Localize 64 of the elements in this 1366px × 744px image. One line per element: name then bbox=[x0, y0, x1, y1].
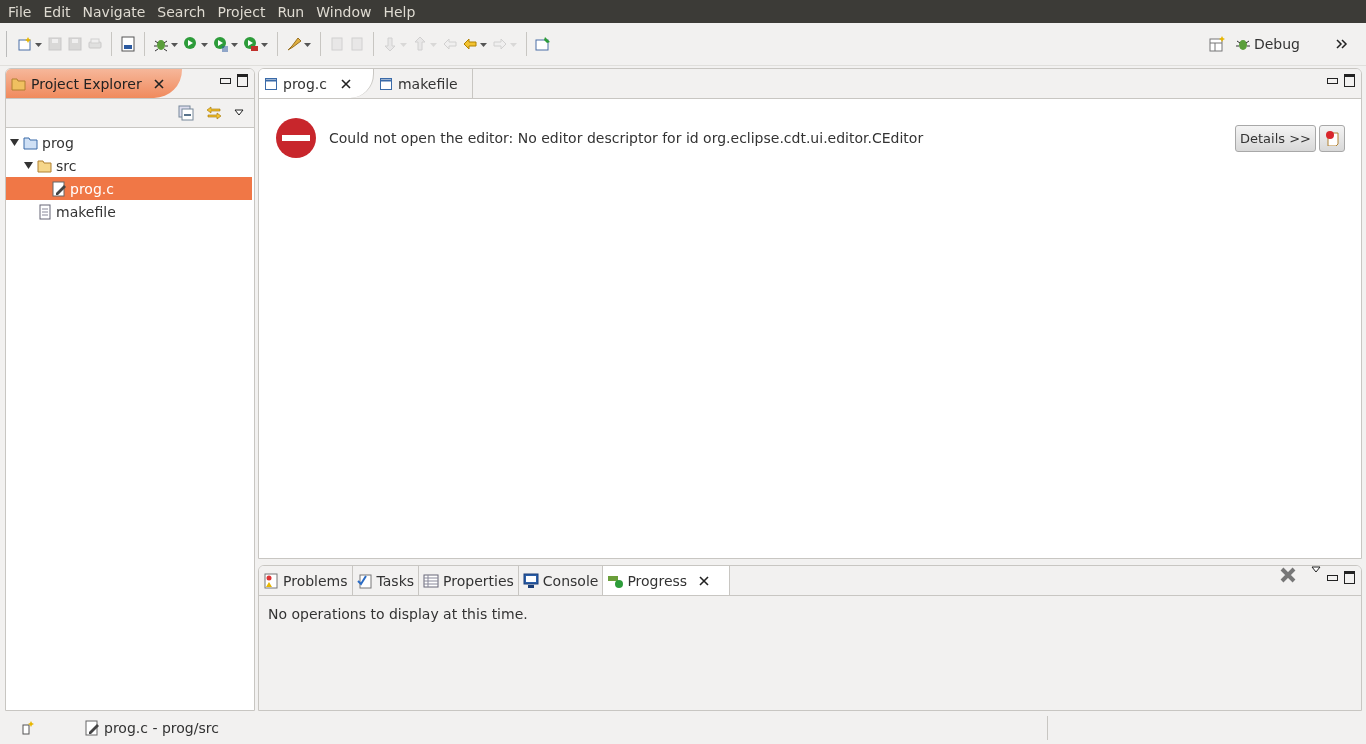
menu-item[interactable]: Navigate bbox=[76, 3, 152, 20]
file-icon bbox=[37, 203, 53, 220]
fast-view-icon[interactable] bbox=[20, 719, 36, 736]
collapse-all-icon[interactable] bbox=[178, 105, 194, 121]
menu-item[interactable]: Help bbox=[377, 3, 422, 20]
close-icon[interactable] bbox=[153, 78, 164, 89]
menu-item[interactable]: Edit bbox=[37, 3, 77, 20]
minimize-icon[interactable] bbox=[220, 77, 231, 84]
error-log-icon bbox=[1324, 130, 1340, 146]
editor-tab[interactable]: prog.c bbox=[259, 69, 374, 98]
menu-item[interactable]: File bbox=[2, 3, 38, 20]
editor-file-icon bbox=[379, 77, 392, 90]
close-icon[interactable] bbox=[699, 575, 710, 586]
view-tab[interactable]: Problems bbox=[259, 566, 353, 595]
menu-item[interactable]: Project bbox=[211, 3, 272, 20]
editor-tab[interactable]: makefile bbox=[373, 69, 473, 98]
view-menu-icon[interactable] bbox=[234, 109, 244, 117]
properties-icon bbox=[423, 572, 440, 589]
tasks-icon bbox=[356, 572, 373, 589]
external-tools-icon[interactable] bbox=[243, 36, 269, 52]
view-menu-icon[interactable] bbox=[1311, 566, 1321, 574]
maximize-icon[interactable] bbox=[237, 74, 248, 87]
error-message: Could not open the editor: No editor descriptor for id org.eclipse.cdt.ui.editor.CEditor bbox=[329, 130, 924, 146]
tree-item[interactable]: makefile bbox=[6, 200, 254, 223]
folder-icon bbox=[37, 157, 53, 174]
progress-message: No operations to display at this time. bbox=[268, 606, 528, 622]
close-icon[interactable] bbox=[340, 78, 351, 89]
pin-icon[interactable] bbox=[535, 36, 551, 52]
view-tab[interactable]: Properties bbox=[419, 566, 519, 595]
more-chevron-icon[interactable] bbox=[1336, 39, 1348, 49]
new-icon[interactable] bbox=[17, 36, 43, 52]
expand-arrow-icon[interactable] bbox=[24, 161, 33, 170]
folder-icon bbox=[23, 134, 39, 151]
remove-all-icon[interactable] bbox=[1279, 566, 1297, 584]
open-perspective-icon[interactable] bbox=[1208, 36, 1225, 52]
error-icon bbox=[275, 117, 317, 159]
source-file-icon bbox=[84, 719, 100, 736]
debug-perspective-button[interactable]: Debug bbox=[1234, 36, 1300, 52]
edited-file-icon bbox=[51, 180, 67, 197]
back-icon[interactable] bbox=[462, 36, 488, 52]
expand-arrow-icon[interactable] bbox=[10, 138, 19, 147]
view-tab[interactable]: Tasks bbox=[352, 566, 420, 595]
editor-file-icon bbox=[265, 77, 277, 90]
maximize-icon[interactable] bbox=[1344, 74, 1355, 87]
details-button[interactable]: Details >> bbox=[1235, 124, 1316, 152]
console-icon bbox=[522, 572, 539, 589]
minimize-icon[interactable] bbox=[1327, 77, 1338, 84]
menu-item[interactable]: Window bbox=[310, 3, 378, 20]
minimize-icon[interactable] bbox=[1327, 574, 1338, 581]
problems-icon bbox=[263, 572, 279, 589]
tree-item[interactable]: src bbox=[6, 154, 254, 177]
menu-item[interactable]: Run bbox=[271, 3, 311, 20]
menu-item[interactable]: Search bbox=[151, 3, 212, 20]
binary-icon[interactable] bbox=[120, 36, 136, 52]
view-tab[interactable]: Progress bbox=[603, 566, 731, 595]
maximize-icon[interactable] bbox=[1344, 571, 1355, 584]
run-config-icon[interactable] bbox=[213, 36, 239, 52]
marker-icon[interactable] bbox=[286, 36, 312, 52]
run-icon[interactable] bbox=[183, 36, 209, 52]
status-path: prog.c - prog/src bbox=[104, 719, 219, 736]
tree-item[interactable]: prog bbox=[6, 131, 254, 154]
error-log-button[interactable] bbox=[1319, 124, 1345, 152]
view-tab[interactable]: Project Explorer bbox=[6, 69, 182, 98]
folders-icon bbox=[11, 75, 27, 92]
